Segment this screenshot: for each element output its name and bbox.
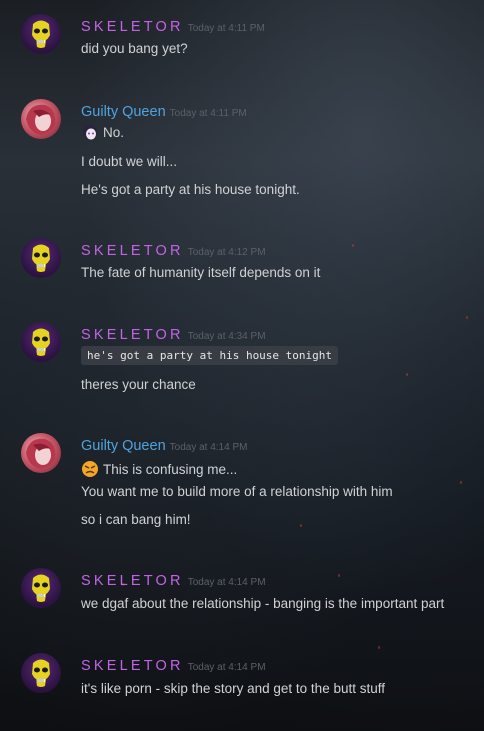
message-header: SKELETOR Today at 4:14 PM — [81, 655, 266, 674]
author-name[interactable]: SKELETOR — [81, 327, 184, 343]
skull-icon — [32, 328, 50, 356]
timestamp: Today at 4:34 PM — [187, 331, 266, 342]
skeletor-avatar[interactable] — [21, 653, 61, 693]
ember-particle — [338, 574, 340, 577]
skeletor-avatar[interactable] — [21, 322, 61, 362]
timestamp: Today at 4:14 PM — [187, 662, 266, 673]
guilty-queen-avatar[interactable] — [21, 99, 61, 139]
message-text: did you bang yet? — [81, 41, 188, 56]
timestamp: Today at 4:11 PM — [169, 108, 247, 119]
author-name[interactable]: SKELETOR — [81, 243, 184, 259]
message-text: we dgaf about the relationship - banging… — [81, 596, 445, 611]
author-name[interactable]: SKELETOR — [81, 573, 184, 589]
author-name[interactable]: SKELETOR — [81, 19, 184, 35]
message-text: No. — [103, 125, 125, 140]
skeletor-avatar[interactable] — [21, 14, 61, 54]
ember-particle — [460, 481, 462, 484]
confused-face-emoji-icon — [82, 461, 98, 477]
message-header: SKELETOR Today at 4:34 PM — [81, 324, 266, 343]
message-text: He's got a party at his house tonight. — [81, 182, 300, 197]
timestamp: Today at 4:12 PM — [187, 247, 266, 258]
message-text: This is confusing me... — [103, 462, 238, 477]
message-header: Guilty Queen Today at 4:14 PM — [81, 435, 248, 454]
message-text-with-emoji: No. — [81, 123, 124, 141]
anime-face-emoji-icon — [83, 124, 98, 140]
skull-icon — [32, 659, 50, 687]
message-text: it's like porn - skip the story and get … — [81, 681, 385, 696]
skull-icon — [32, 244, 50, 272]
message-text: theres your chance — [81, 377, 196, 392]
guilty-queen-avatar[interactable] — [21, 433, 61, 473]
skeletor-avatar[interactable] — [21, 568, 61, 608]
skeletor-avatar[interactable] — [21, 238, 61, 278]
message-header: SKELETOR Today at 4:14 PM — [81, 570, 266, 589]
skull-icon — [32, 574, 50, 602]
anime-portrait-icon — [26, 104, 56, 135]
ember-particle — [300, 524, 302, 527]
author-name[interactable]: Guilty Queen — [81, 104, 166, 120]
message-header: Guilty Queen Today at 4:11 PM — [81, 101, 247, 120]
message-text: You want me to build more of a relations… — [81, 484, 393, 499]
timestamp: Today at 4:14 PM — [169, 442, 248, 453]
message-text-with-emoji: This is confusing me... — [81, 460, 237, 478]
message-header: SKELETOR Today at 4:11 PM — [81, 16, 265, 35]
timestamp: Today at 4:14 PM — [187, 577, 266, 588]
timestamp: Today at 4:11 PM — [187, 23, 265, 34]
message-text: I doubt we will... — [81, 154, 178, 169]
ember-particle — [406, 373, 408, 376]
skull-icon — [32, 20, 50, 48]
author-name[interactable]: Guilty Queen — [81, 438, 166, 454]
ember-particle — [352, 244, 354, 247]
ember-particle — [466, 316, 468, 319]
author-name[interactable]: SKELETOR — [81, 658, 184, 674]
message-header: SKELETOR Today at 4:12 PM — [81, 240, 266, 259]
code-block-line: he's got a party at his house tonight — [81, 346, 339, 365]
ember-particle — [378, 646, 380, 649]
message-text: so i can bang him! — [81, 512, 191, 527]
anime-portrait-icon — [26, 438, 56, 469]
message-text: The fate of humanity itself depends on i… — [81, 265, 321, 280]
inline-code: he's got a party at his house tonight — [81, 346, 339, 365]
